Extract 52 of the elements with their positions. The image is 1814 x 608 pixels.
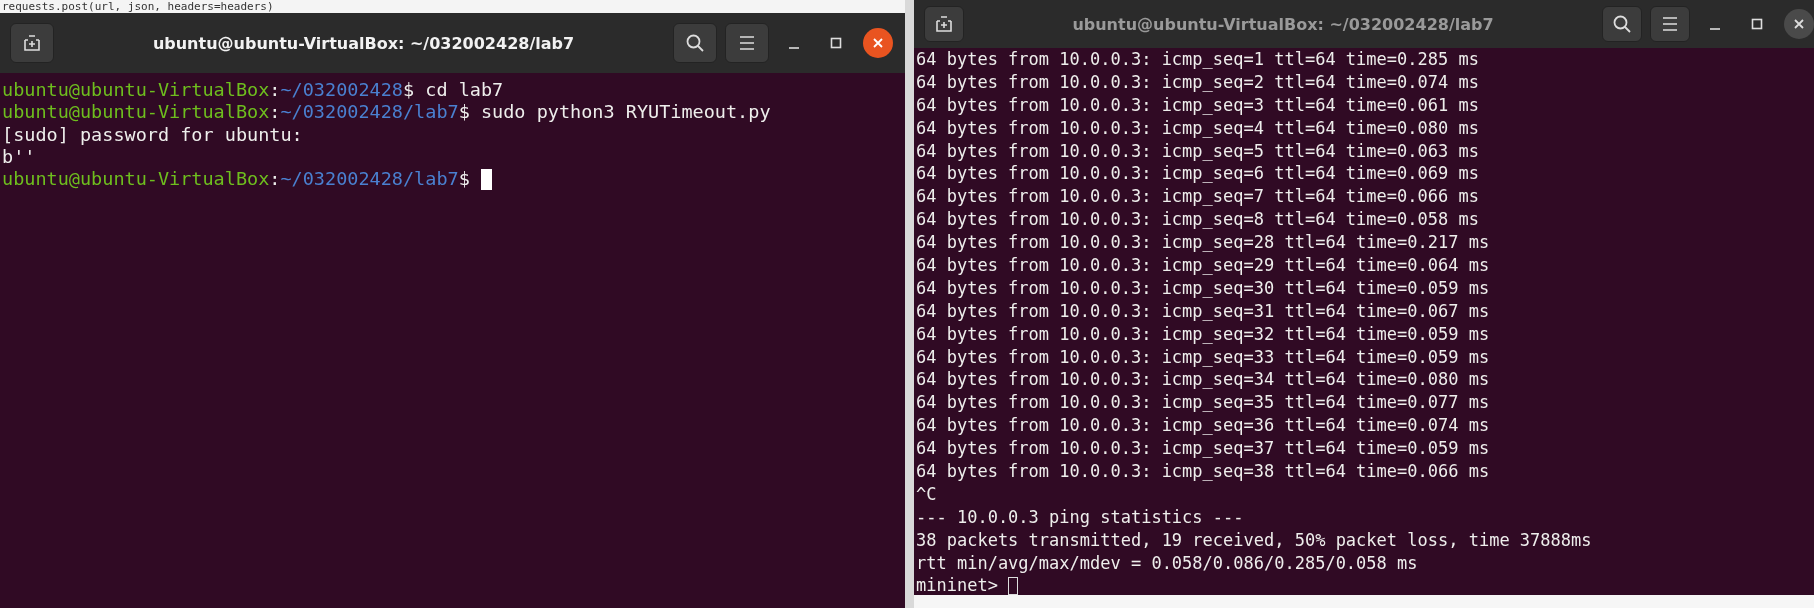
output-line: 64 bytes from 10.0.0.3: icmp_seq=29 ttl=64 time=0.064 ms <box>916 254 1490 277</box>
new-tab-icon <box>21 32 43 54</box>
prompt-line: ubuntu@ubuntu-VirtualBox:~/032002428/lab7$ <box>2 168 470 191</box>
new-tab-button[interactable] <box>924 6 964 42</box>
menu-button[interactable] <box>1650 6 1690 42</box>
menu-icon <box>738 35 756 51</box>
editor-code-line: requests.post(url, json, headers=headers) <box>2 0 274 13</box>
output-line: 64 bytes from 10.0.0.3: icmp_seq=33 ttl=64 time=0.059 ms <box>916 345 1490 369</box>
output-line: 64 bytes from 10.0.0.3: icmp_seq=31 ttl=64 time=0.067 ms <box>916 299 1490 323</box>
menu-button[interactable] <box>725 23 769 63</box>
output-line: ^C <box>916 482 937 506</box>
output-line: 64 bytes from 10.0.0.3: icmp_seq=36 ttl=64 time=0.074 ms <box>916 414 1490 438</box>
output-line: 64 bytes from 10.0.0.3: icmp_seq=8 ttl=64 time=0.058 ms <box>916 208 1479 232</box>
output-line: 64 bytes from 10.0.0.3: icmp_seq=5 ttl=64 time=0.063 ms <box>916 139 1479 163</box>
search-icon <box>685 33 705 53</box>
output-line: 64 bytes from 10.0.0.3: icmp_seq=28 ttl=64 time=0.217 ms <box>916 231 1490 254</box>
output-line: 64 bytes from 10.0.0.3: icmp_seq=7 ttl=64 time=0.066 ms <box>916 185 1479 209</box>
close-icon <box>872 37 884 49</box>
minimize-icon <box>789 47 799 49</box>
prompt-line: ubuntu@ubuntu-VirtualBox:~/032002428$ cd lab7 <box>2 79 504 102</box>
output-line: 38 packets transmitted, 19 received, 50% packet loss, time 37888ms <box>916 528 1592 552</box>
output-line: 64 bytes from 10.0.0.3: icmp_seq=6 ttl=64 time=0.069 ms <box>916 162 1479 186</box>
new-tab-button[interactable] <box>10 23 54 63</box>
output-line: 64 bytes from 10.0.0.3: icmp_seq=38 ttl=64 time=0.066 ms <box>916 460 1490 483</box>
close-button[interactable] <box>1784 9 1814 39</box>
output-line: 64 bytes from 10.0.0.3: icmp_seq=30 ttl=64 time=0.059 ms <box>916 276 1490 300</box>
output-line: 64 bytes from 10.0.0.3: icmp_seq=32 ttl=64 time=0.059 ms <box>916 322 1490 346</box>
output-line: mininet> <box>916 574 998 595</box>
output-line: 64 bytes from 10.0.0.3: icmp_seq=37 ttl=64 time=0.059 ms <box>916 437 1490 461</box>
output-line: 64 bytes from 10.0.0.3: icmp_seq=35 ttl=64 time=0.077 ms <box>916 391 1490 415</box>
prompt-line: ubuntu@ubuntu-VirtualBox:~/032002428/lab7$ sudo python3 RYUTimeout.py <box>2 101 771 124</box>
output-line: 64 bytes from 10.0.0.3: icmp_seq=4 ttl=64 time=0.080 ms <box>916 116 1479 140</box>
search-button[interactable] <box>673 23 717 63</box>
output-line: 64 bytes from 10.0.0.3: icmp_seq=1 ttl=64 time=0.285 ms <box>916 48 1479 71</box>
window-title: ubuntu@ubuntu-VirtualBox: ~/032002428/lab7 <box>1071 14 1495 34</box>
close-button[interactable] <box>863 28 893 58</box>
maximize-icon <box>1751 18 1763 30</box>
output-line: 64 bytes from 10.0.0.3: icmp_seq=3 ttl=64 time=0.061 ms <box>916 93 1479 117</box>
window-title: ubuntu@ubuntu-VirtualBox: ~/032002428/lab7 <box>151 33 576 53</box>
menu-icon <box>1661 16 1679 32</box>
output-line: --- 10.0.0.3 ping statistics --- <box>916 505 1244 529</box>
maximize-icon <box>830 37 842 49</box>
search-button[interactable] <box>1602 6 1642 42</box>
new-tab-icon <box>933 13 955 35</box>
output-line: 64 bytes from 10.0.0.3: icmp_seq=2 ttl=64 time=0.074 ms <box>916 70 1479 94</box>
close-icon <box>1793 18 1805 30</box>
output-line: [sudo] password for ubuntu: <box>2 123 303 146</box>
search-icon <box>1612 14 1632 34</box>
output-line: 64 bytes from 10.0.0.3: icmp_seq=34 ttl=64 time=0.080 ms <box>916 368 1490 392</box>
minimize-icon <box>1710 28 1720 30</box>
output-line: b'' <box>2 145 36 169</box>
output-line: rtt min/avg/max/mdev = 0.058/0.086/0.285/0.058 ms <box>916 551 1418 575</box>
